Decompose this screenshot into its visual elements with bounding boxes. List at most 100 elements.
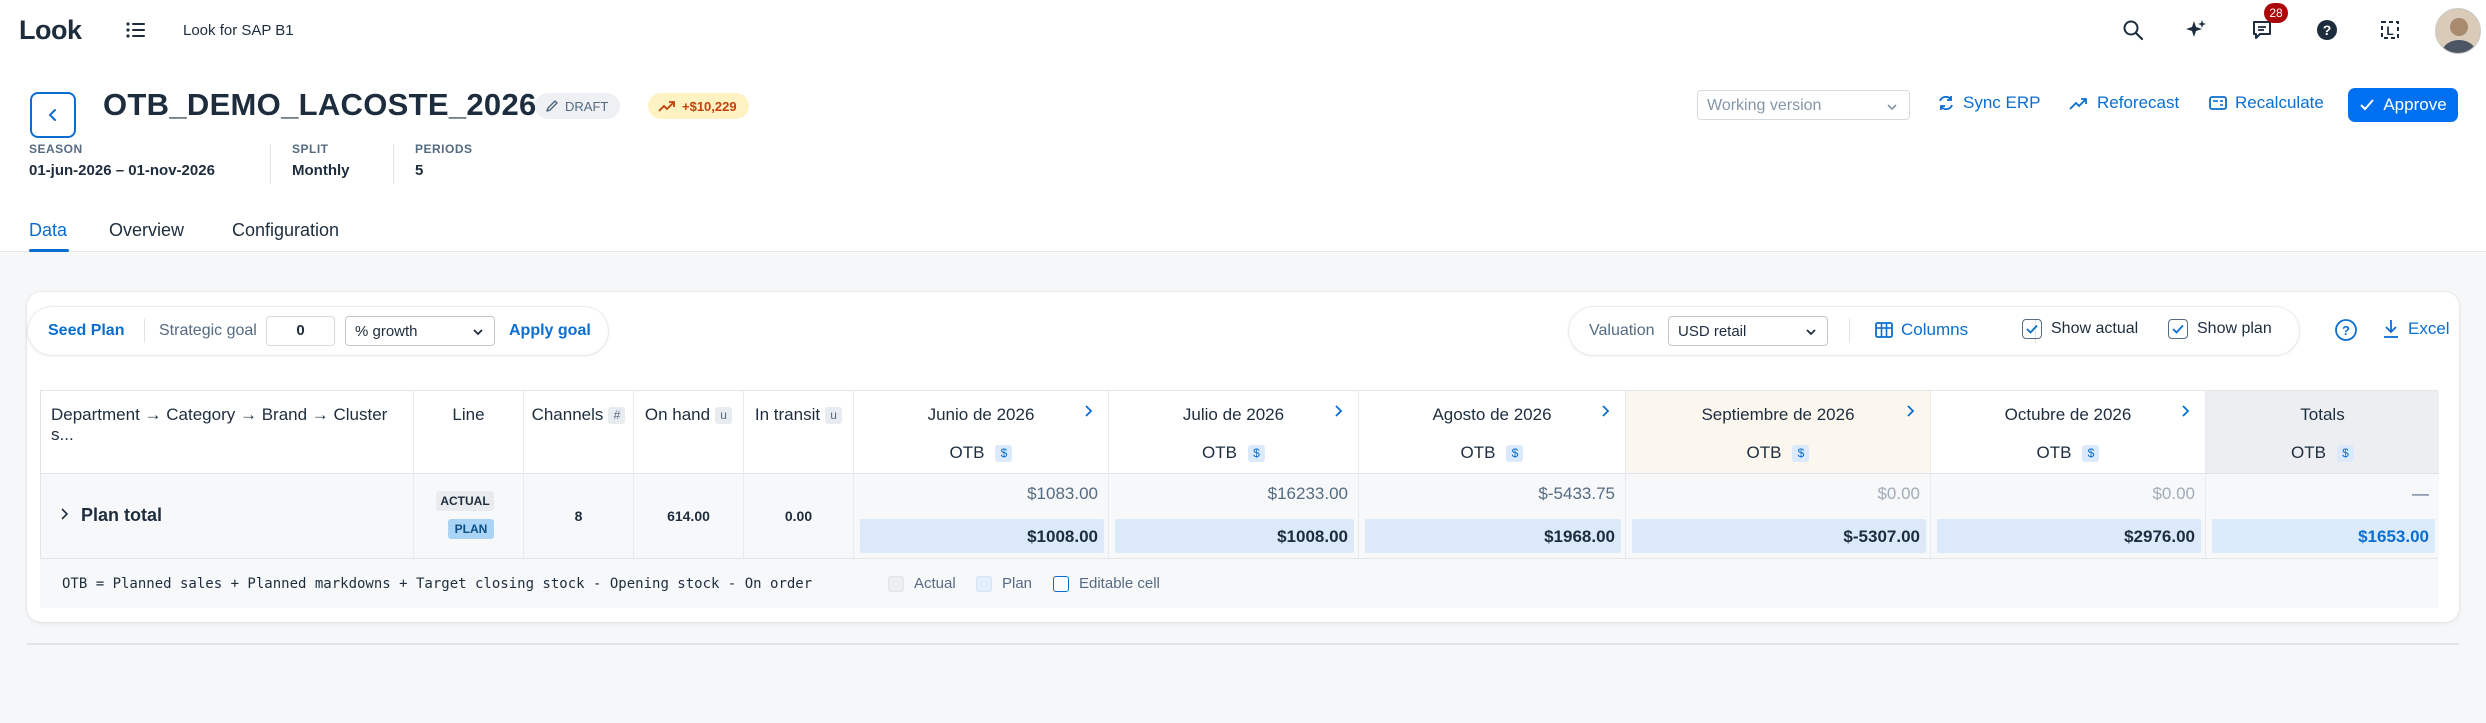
product-switch-icon[interactable]: L	[2375, 15, 2405, 45]
columns-button[interactable]: Columns	[1875, 320, 1968, 340]
column-header-totals[interactable]: Totals OTB $	[2206, 391, 2439, 473]
column-header-line[interactable]: Line	[414, 391, 524, 473]
currency-badge: $	[995, 444, 1013, 462]
column-header-period[interactable]: Junio de 2026 OTB $	[854, 391, 1109, 473]
chevron-right-icon[interactable]	[1080, 403, 1096, 419]
plan-value[interactable]: $1008.00	[860, 519, 1104, 553]
plan-value[interactable]: $-5307.00	[1632, 519, 1926, 553]
column-header-period[interactable]: Agosto de 2026 OTB $	[1359, 391, 1626, 473]
meta-split: SPLIT Monthly	[292, 142, 350, 179]
pencil-icon	[546, 100, 558, 112]
period-value-cell: $0.00 $2976.00	[1931, 474, 2206, 558]
column-header-hierarchy[interactable]: Department → Category → Brand → Cluster …	[41, 391, 414, 473]
notifications-badge: 28	[2264, 3, 2288, 23]
tab-data[interactable]: Data	[29, 220, 67, 241]
unit-badge: u	[825, 406, 843, 424]
totals-value-cell: — $1653.00	[2206, 474, 2439, 558]
svg-text:?: ?	[2342, 323, 2350, 338]
strategic-goal-input[interactable]: 0	[266, 316, 335, 346]
actual-value: $1083.00	[1027, 484, 1098, 503]
divider	[27, 643, 2459, 645]
download-icon	[2384, 320, 2398, 338]
help-icon[interactable]: ?	[2312, 15, 2342, 45]
excel-export-button[interactable]: Excel	[2382, 319, 2450, 339]
meta-label: PERIODS	[415, 142, 473, 156]
sync-erp-button[interactable]: Sync ERP	[1937, 93, 2040, 113]
goal-toolbar: Seed Plan Strategic goal 0 % growth Appl…	[28, 307, 608, 355]
actual-total: —	[2412, 484, 2429, 503]
period-value-cell: $1083.00 $1008.00	[854, 474, 1109, 558]
calculator-icon	[2209, 96, 2227, 110]
period-value-cell: $16233.00 $1008.00	[1109, 474, 1359, 558]
chevron-right-icon[interactable]	[59, 507, 71, 521]
chevron-right-icon[interactable]	[2177, 403, 2193, 419]
approve-button[interactable]: Approve	[2348, 88, 2458, 122]
actual-value: $16233.00	[1267, 484, 1348, 503]
in-transit-cell: 0.00	[744, 474, 854, 558]
delta-badge: +$10,229	[648, 93, 749, 119]
legend-plan: Plan	[976, 575, 1032, 592]
page-title: OTB_DEMO_LACOSTE_2026	[103, 87, 537, 122]
otb-table: Department → Category → Brand → Cluster …	[40, 390, 2439, 558]
actual-value: $0.00	[2152, 484, 2195, 503]
chevron-down-icon	[473, 329, 483, 336]
period-value-cell: $0.00 $-5307.00	[1626, 474, 1931, 558]
active-tab-indicator	[29, 249, 69, 252]
tab-configuration[interactable]: Configuration	[232, 220, 339, 241]
on-hand-cell: 614.00	[634, 474, 744, 558]
chevron-right-icon[interactable]	[1597, 403, 1613, 419]
svg-text:?: ?	[2323, 22, 2332, 38]
menu-list-icon[interactable]	[124, 18, 148, 42]
user-avatar[interactable]	[2435, 8, 2481, 54]
chevron-down-icon	[1887, 104, 1897, 111]
line-type-cell: ACTUAL PLAN	[414, 474, 524, 558]
actual-tag: ACTUAL	[436, 491, 494, 511]
chevron-right-icon[interactable]	[1902, 403, 1918, 419]
version-select[interactable]: Working version	[1697, 90, 1910, 120]
show-actual-checkbox[interactable]: Show actual	[2022, 319, 2138, 339]
channels-cell: 8	[524, 474, 634, 558]
trend-up-icon	[658, 101, 675, 112]
ai-sparkle-icon[interactable]	[2181, 15, 2211, 45]
reforecast-button[interactable]: Reforecast	[2069, 93, 2179, 113]
plan-value[interactable]: $2976.00	[1937, 519, 2201, 553]
column-header-period[interactable]: Julio de 2026 OTB $	[1109, 391, 1359, 473]
goal-type-select[interactable]: % growth	[345, 316, 495, 346]
status-badge: DRAFT	[535, 93, 621, 119]
meta-label: SEASON	[29, 142, 83, 156]
legend-editable-cell: Editable cell	[1053, 575, 1160, 592]
column-header-channels[interactable]: Channels #	[524, 391, 634, 473]
table-row-label[interactable]: Plan total	[41, 474, 414, 558]
currency-badge: $	[2082, 444, 2100, 462]
show-plan-checkbox[interactable]: Show plan	[2168, 319, 2272, 339]
svg-text:L: L	[2386, 24, 2393, 38]
seed-plan-button[interactable]: Seed Plan	[48, 322, 124, 340]
currency-badge: $	[2336, 444, 2354, 462]
column-header-in-transit[interactable]: In transit u	[744, 391, 854, 473]
plan-value[interactable]: $1968.00	[1365, 519, 1621, 553]
column-header-period[interactable]: Septiembre de 2026 OTB $	[1626, 391, 1931, 473]
period-value-cell: $-5433.75 $1968.00	[1359, 474, 1626, 558]
unit-badge: #	[608, 406, 626, 424]
column-header-on-hand[interactable]: On hand u	[634, 391, 744, 473]
checkbox-checked-icon	[2022, 319, 2042, 339]
unit-badge: u	[715, 406, 733, 424]
app-logo[interactable]: Look	[19, 15, 82, 46]
check-icon	[2360, 99, 2375, 111]
sync-icon	[1939, 95, 1953, 111]
column-header-period[interactable]: Octubre de 2026 OTB $	[1931, 391, 2206, 473]
notifications-icon[interactable]: 28	[2247, 3, 2288, 45]
table-columns-icon	[1875, 322, 1893, 338]
valuation-label: Valuation	[1589, 322, 1655, 339]
help-circle-icon[interactable]: ?	[2334, 318, 2358, 347]
object-header: OTB_DEMO_LACOSTE_2026 DRAFT +$10,229 SEA…	[0, 60, 2486, 252]
search-icon[interactable]	[2118, 15, 2148, 45]
tab-overview[interactable]: Overview	[109, 220, 184, 241]
recalculate-button[interactable]: Recalculate	[2209, 93, 2324, 113]
plan-value[interactable]: $1008.00	[1115, 519, 1354, 553]
valuation-select[interactable]: USD retail	[1668, 316, 1828, 346]
chevron-right-icon[interactable]	[1330, 403, 1346, 419]
currency-badge: $	[1792, 444, 1810, 462]
apply-goal-button[interactable]: Apply goal	[509, 322, 591, 340]
back-button[interactable]	[30, 92, 76, 138]
